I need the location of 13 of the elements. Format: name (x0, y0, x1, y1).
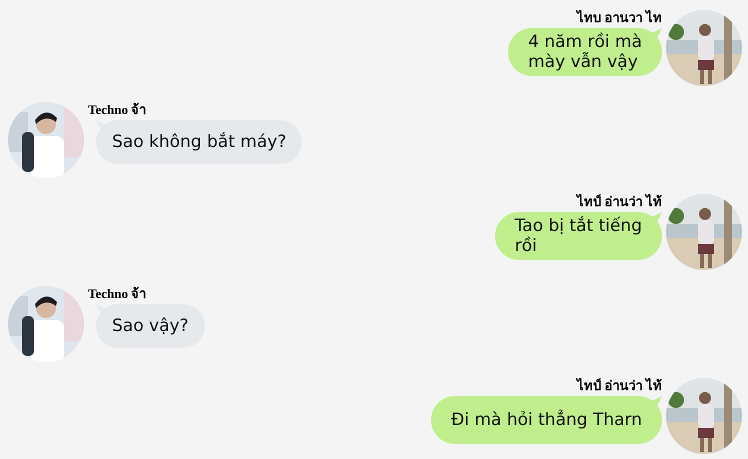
sender-name: ไทบ อานวา ไท (576, 10, 662, 26)
sender-name: Techno จ้า (88, 286, 146, 302)
message-bubble: Sao không bắt máy? (96, 120, 302, 164)
sender-name: ไทป์ อ่านว่า ไท้ (576, 194, 662, 210)
bubble-tail-icon (650, 28, 662, 40)
sender-name: Techno จ้า (88, 102, 146, 118)
sender-name: ไทป์ อ่านว่า ไท้ (576, 378, 662, 394)
bubble-tail-icon (650, 396, 662, 408)
message-bubble: Sao vậy? (96, 304, 205, 348)
message-bubble: Tao bị tắt tiếng rồi (494, 212, 662, 260)
message-bubble: Đi mà hỏi thẳng Tharn (431, 396, 662, 444)
message-bubble: 4 năm rồi mà mày vẫn vậy (508, 28, 662, 76)
bubble-tail-icon (650, 212, 662, 224)
